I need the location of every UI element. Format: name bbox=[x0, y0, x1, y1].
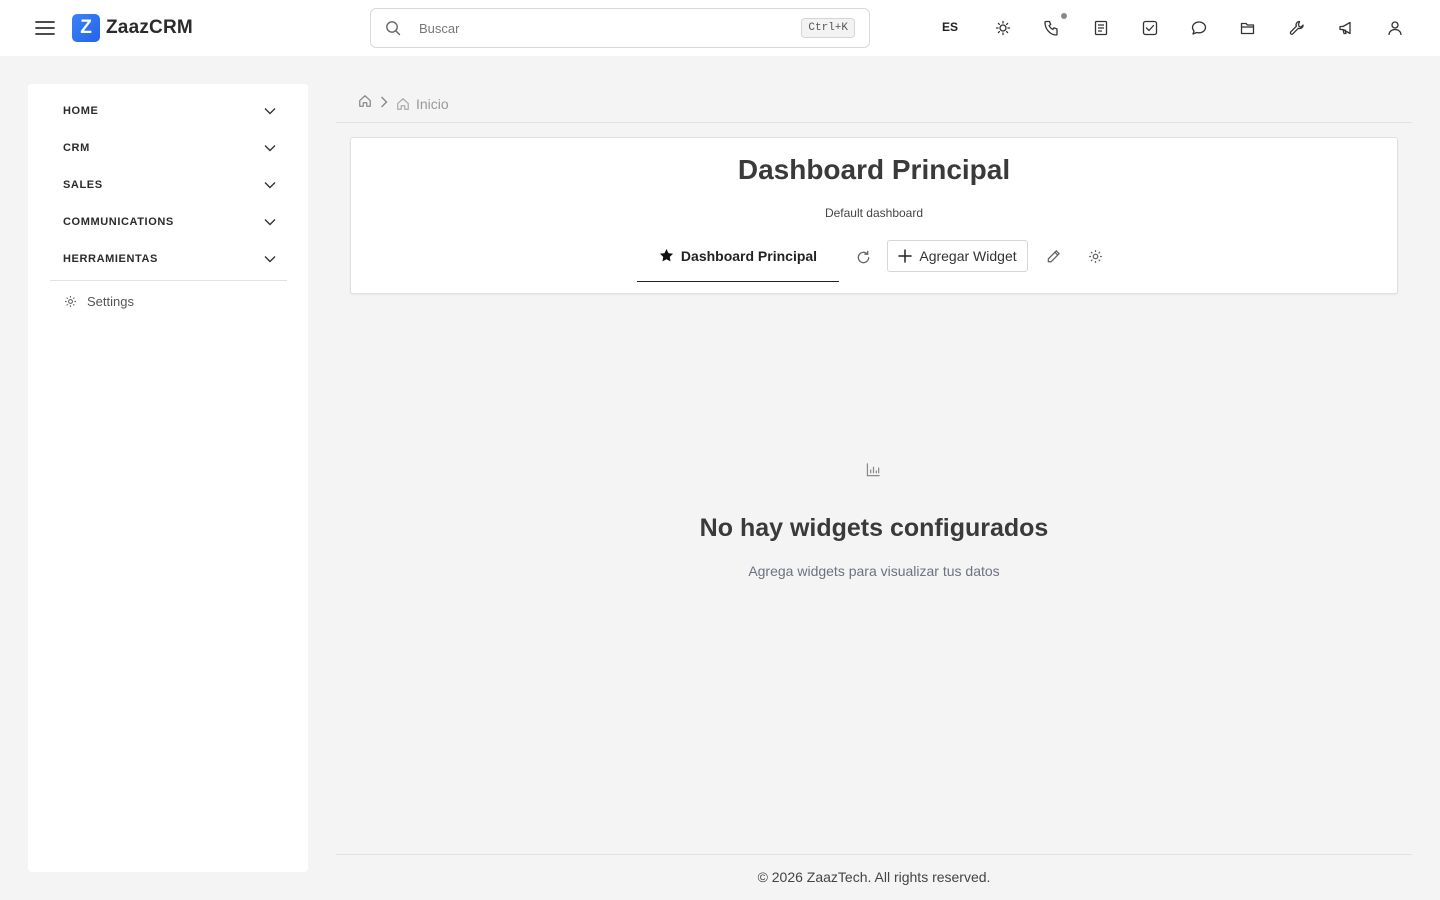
chevron-down-icon bbox=[264, 145, 276, 152]
search-icon bbox=[385, 20, 401, 41]
add-widget-button[interactable]: Agregar Widget bbox=[887, 240, 1028, 272]
chat-icon[interactable] bbox=[1187, 16, 1211, 40]
sidebar-item-label: HERRAMIENTAS bbox=[63, 253, 158, 265]
sidebar-item-label: SALES bbox=[63, 179, 103, 191]
breadcrumb-current: Inicio bbox=[396, 96, 449, 112]
home-icon[interactable] bbox=[358, 94, 372, 113]
chevron-down-icon bbox=[264, 219, 276, 226]
sidebar-item-home[interactable]: HOME bbox=[50, 96, 288, 126]
megaphone-icon[interactable] bbox=[1334, 16, 1358, 40]
sidebar-item-label: COMMUNICATIONS bbox=[63, 216, 174, 228]
empty-state-title: No hay widgets configurados bbox=[699, 514, 1049, 542]
notes-icon[interactable] bbox=[1089, 16, 1113, 40]
sidebar-item-settings[interactable]: Settings bbox=[64, 294, 134, 309]
search-shortcut: Ctrl+K bbox=[801, 18, 855, 38]
tasks-icon[interactable] bbox=[1138, 16, 1162, 40]
chevron-down-icon bbox=[264, 182, 276, 189]
chevron-down-icon bbox=[264, 256, 276, 263]
sidebar-item-herramientas[interactable]: HERRAMIENTAS bbox=[50, 244, 288, 274]
phone-icon[interactable] bbox=[1040, 13, 1067, 40]
add-widget-label: Agregar Widget bbox=[919, 248, 1017, 264]
breadcrumb-divider bbox=[336, 122, 1412, 123]
wrench-icon[interactable] bbox=[1285, 16, 1309, 40]
empty-state-subtitle: Agrega widgets para visualizar tus datos bbox=[748, 563, 1000, 579]
top-bar: Z ZaazCRM Ctrl+K ES bbox=[0, 0, 1440, 56]
sun-icon[interactable] bbox=[991, 16, 1015, 40]
notification-dot bbox=[1061, 13, 1067, 19]
user-icon[interactable] bbox=[1383, 16, 1407, 40]
breadcrumb: Inicio bbox=[358, 94, 449, 113]
footer-copyright: © 2026 ZaazTech. All rights reserved. bbox=[757, 869, 991, 885]
gear-icon[interactable] bbox=[1086, 247, 1104, 265]
settings-label: Settings bbox=[87, 294, 134, 309]
sidebar-item-label: CRM bbox=[63, 142, 90, 154]
page-subtitle: Default dashboard bbox=[824, 206, 924, 220]
breadcrumb-label: Inicio bbox=[416, 95, 449, 112]
search-box[interactable]: Ctrl+K bbox=[370, 8, 870, 48]
folder-icon[interactable] bbox=[1236, 16, 1260, 40]
star-icon bbox=[659, 248, 673, 262]
tab-dashboard-principal[interactable]: Dashboard Principal bbox=[637, 232, 839, 282]
sidebar-item-sales[interactable]: SALES bbox=[50, 170, 288, 200]
menu-icon[interactable] bbox=[34, 17, 56, 39]
footer-divider bbox=[336, 854, 1412, 855]
brand[interactable]: Z ZaazCRM bbox=[72, 14, 193, 42]
home-icon bbox=[397, 97, 409, 110]
sidebar-divider bbox=[50, 280, 287, 281]
sidebar-item-crm[interactable]: CRM bbox=[50, 133, 288, 163]
language-selector[interactable]: ES bbox=[942, 20, 958, 34]
chevron-right-icon bbox=[380, 95, 388, 113]
sidebar-item-communications[interactable]: COMMUNICATIONS bbox=[50, 207, 288, 237]
refresh-icon[interactable] bbox=[854, 248, 872, 266]
search-input[interactable] bbox=[419, 18, 779, 38]
tab-label: Dashboard Principal bbox=[680, 248, 818, 264]
chevron-down-icon bbox=[264, 108, 276, 115]
brand-logo: Z bbox=[72, 14, 100, 42]
dashboard-header-card: Dashboard Principal Default dashboard Da… bbox=[350, 137, 1398, 294]
page-title: Dashboard Principal bbox=[737, 154, 1011, 185]
gear-icon bbox=[64, 295, 77, 308]
sidebar: HOME CRM SALES COMMUNICATIONS HERRAMIENT… bbox=[28, 84, 308, 872]
pencil-icon[interactable] bbox=[1044, 247, 1062, 265]
plus-icon bbox=[898, 249, 913, 263]
brand-name: ZaazCRM bbox=[106, 17, 193, 38]
sidebar-item-label: HOME bbox=[63, 105, 99, 117]
bar-chart-icon bbox=[866, 462, 881, 477]
